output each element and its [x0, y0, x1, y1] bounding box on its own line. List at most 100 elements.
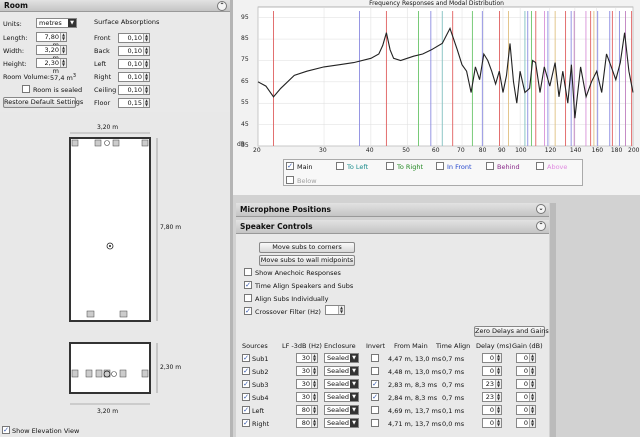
surface-absorption-field[interactable]: 0,10 ▲ ▼	[118, 72, 150, 82]
enclosure-select[interactable]: Sealed ▼	[324, 353, 359, 363]
zero-delays-button[interactable]: Zero Delays and Gains	[474, 326, 549, 337]
stepper-icon[interactable]: ▲ ▼	[60, 33, 66, 41]
stepper-icon[interactable]: ▲ ▼	[495, 393, 501, 401]
delay-field[interactable]: 23 ▲ ▼	[482, 379, 502, 389]
source-checkbox[interactable]: ✓	[242, 393, 250, 401]
delay-field[interactable]: 0 ▲ ▼	[482, 353, 502, 363]
surface-absorption-field[interactable]: 0,10 ▲ ▼	[118, 46, 150, 56]
stepper-icon[interactable]: ▲ ▼	[529, 393, 535, 401]
stepper-icon[interactable]: ▲ ▼	[529, 380, 535, 388]
gain-field[interactable]: 0 ▲ ▼	[516, 392, 536, 402]
stepper-icon[interactable]: ▲ ▼	[311, 393, 317, 401]
anechoic-checkbox[interactable]	[244, 268, 252, 276]
stepper-icon[interactable]: ▲ ▼	[529, 354, 535, 362]
crossover-field[interactable]: ▲ ▼	[325, 305, 345, 315]
units-select[interactable]: metres ▼	[36, 18, 77, 28]
invert-checkbox[interactable]	[371, 367, 379, 375]
expand-icon[interactable]: ⌄	[536, 204, 546, 214]
stepper-icon[interactable]: ▲ ▼	[143, 99, 149, 107]
scrollbar[interactable]	[550, 203, 556, 437]
surface-absorption-field[interactable]: 0,15 ▲ ▼	[118, 98, 150, 108]
legend-checkbox[interactable]	[486, 162, 494, 170]
enclosure-select[interactable]: Sealed ▼	[324, 366, 359, 376]
lf-field[interactable]: 80 ▲ ▼	[296, 405, 318, 415]
stepper-icon[interactable]: ▲ ▼	[495, 419, 501, 427]
gain-field[interactable]: 0 ▲ ▼	[516, 418, 536, 428]
move-walls-button[interactable]: Move subs to wall midpoints	[259, 255, 355, 266]
height-field[interactable]: 2,30 m ▲ ▼	[36, 58, 67, 75]
collapse-icon[interactable]: ⌃	[536, 221, 546, 231]
stepper-icon[interactable]: ▲ ▼	[311, 354, 317, 362]
stepper-icon[interactable]: ▲ ▼	[529, 406, 535, 414]
enclosure-select[interactable]: Sealed ▼	[324, 379, 359, 389]
gain-field[interactable]: 0 ▲ ▼	[516, 379, 536, 389]
lf-field[interactable]: 80 ▲ ▼	[296, 418, 318, 428]
delay-field[interactable]: 0 ▲ ▼	[482, 405, 502, 415]
enclosure-select[interactable]: Sealed ▼	[324, 392, 359, 402]
lf-field[interactable]: 30 ▲ ▼	[296, 392, 318, 402]
delay-field[interactable]: 0 ▲ ▼	[482, 418, 502, 428]
stepper-icon[interactable]: ▲ ▼	[311, 380, 317, 388]
gain-field[interactable]: 0 ▲ ▼	[516, 366, 536, 376]
stepper-icon[interactable]: ▲ ▼	[338, 306, 344, 314]
delay-field[interactable]: 23 ▲ ▼	[482, 392, 502, 402]
stepper-icon[interactable]: ▲ ▼	[311, 367, 317, 375]
source-checkbox[interactable]: ✓	[242, 354, 250, 362]
legend-checkbox[interactable]	[336, 162, 344, 170]
surface-absorption-field[interactable]: 0,10 ▲ ▼	[118, 85, 150, 95]
stepper-icon[interactable]: ▲ ▼	[60, 46, 66, 54]
legend-checkbox[interactable]	[536, 162, 544, 170]
width-field[interactable]: 3,20 m▲▼	[36, 45, 67, 62]
stepper-icon[interactable]: ▲ ▼	[143, 47, 149, 55]
align-individually-checkbox[interactable]	[244, 294, 252, 302]
gain-field[interactable]: 0 ▲ ▼	[516, 353, 536, 363]
delay-field[interactable]: 0 ▲ ▼	[482, 366, 502, 376]
legend-checkbox[interactable]	[286, 176, 294, 184]
speaker-header[interactable]: Speaker Controls ⌃	[236, 220, 549, 234]
legend-checkbox[interactable]	[386, 162, 394, 170]
invert-checkbox[interactable]	[371, 419, 379, 427]
stepper-icon[interactable]: ▲ ▼	[529, 367, 535, 375]
room-sealed-checkbox[interactable]	[22, 85, 30, 93]
surface-absorption-field[interactable]: 0,10 ▲ ▼	[118, 33, 150, 43]
stepper-icon[interactable]: ▲ ▼	[529, 419, 535, 427]
invert-checkbox[interactable]	[371, 406, 379, 414]
invert-checkbox[interactable]	[371, 354, 379, 362]
legend-checkbox[interactable]	[436, 162, 444, 170]
room-header[interactable]: Room ⌃	[0, 0, 230, 12]
collapse-icon[interactable]: ⌃	[217, 1, 227, 11]
stepper-icon[interactable]: ▲ ▼	[311, 419, 317, 427]
x-tick-label: 140	[569, 147, 582, 154]
surface-absorption-field[interactable]: 0,10 ▲ ▼	[118, 59, 150, 69]
crossover-checkbox[interactable]: ✓	[244, 307, 252, 315]
invert-checkbox[interactable]: ✓	[371, 380, 379, 388]
stepper-icon[interactable]: ▲ ▼	[60, 59, 66, 67]
lf-field[interactable]: 30 ▲ ▼	[296, 353, 318, 363]
invert-checkbox[interactable]: ✓	[371, 393, 379, 401]
length-field[interactable]: 7,80 m▲▼	[36, 32, 67, 49]
source-checkbox[interactable]: ✓	[242, 367, 250, 375]
stepper-icon[interactable]: ▲ ▼	[143, 86, 149, 94]
source-checkbox[interactable]: ✓	[242, 406, 250, 414]
stepper-icon[interactable]: ▲ ▼	[495, 406, 501, 414]
microphone-header[interactable]: Microphone Positions ⌄	[236, 203, 549, 217]
time-align-checkbox[interactable]: ✓	[244, 281, 252, 289]
stepper-icon[interactable]: ▲ ▼	[495, 380, 501, 388]
legend-checkbox[interactable]: ✓	[286, 162, 294, 170]
stepper-icon[interactable]: ▲ ▼	[143, 73, 149, 81]
restore-defaults-button[interactable]: Restore Default Settings	[3, 97, 83, 108]
stepper-icon[interactable]: ▲ ▼	[143, 60, 149, 68]
stepper-icon[interactable]: ▲ ▼	[311, 406, 317, 414]
show-elevation-checkbox[interactable]: ✓	[2, 426, 10, 434]
gain-field[interactable]: 0 ▲ ▼	[516, 405, 536, 415]
move-corners-button[interactable]: Move subs to corners	[259, 242, 355, 253]
enclosure-select[interactable]: Sealed ▼	[324, 418, 359, 428]
lf-field[interactable]: 30 ▲ ▼	[296, 379, 318, 389]
stepper-icon[interactable]: ▲ ▼	[495, 354, 501, 362]
source-checkbox[interactable]: ✓	[242, 419, 250, 427]
stepper-icon[interactable]: ▲ ▼	[495, 367, 501, 375]
lf-field[interactable]: 30 ▲ ▼	[296, 366, 318, 376]
stepper-icon[interactable]: ▲ ▼	[143, 34, 149, 42]
enclosure-select[interactable]: Sealed ▼	[324, 405, 359, 415]
source-checkbox[interactable]: ✓	[242, 380, 250, 388]
